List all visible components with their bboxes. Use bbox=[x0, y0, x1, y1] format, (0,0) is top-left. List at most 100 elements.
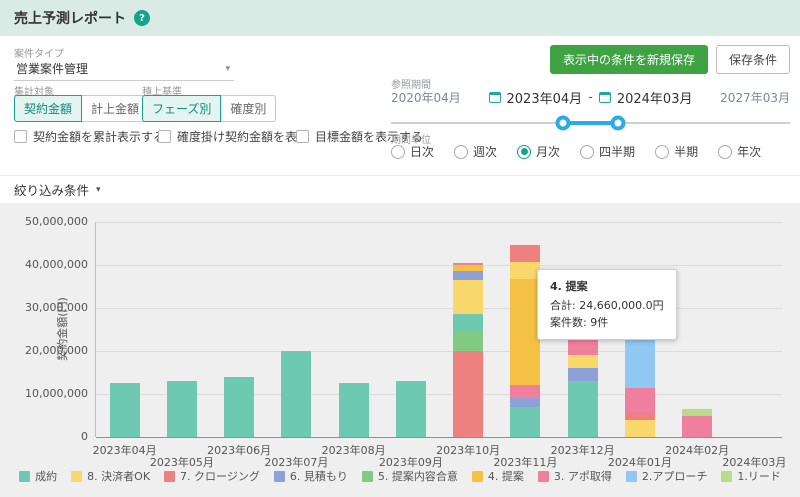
chart-tooltip: 4. 提案 合計: 24,660,000.0円 案件数: 9件 bbox=[537, 269, 677, 340]
slider-handle-end[interactable] bbox=[611, 116, 626, 131]
legend-item[interactable]: 8. 決済者OK bbox=[71, 468, 150, 484]
legend-item[interactable]: 成約 bbox=[19, 468, 57, 484]
legend-swatch bbox=[274, 471, 285, 482]
toggle-by-phase[interactable]: フェーズ別 bbox=[142, 95, 221, 122]
bar-segment[interactable] bbox=[453, 351, 483, 437]
checkbox-box bbox=[14, 130, 27, 143]
condition-buttons: 表示中の条件を新規保存 保存条件 bbox=[550, 45, 790, 74]
case-type-select[interactable]: 営業案件管理 ▾ bbox=[14, 57, 234, 81]
bar-segment[interactable] bbox=[682, 416, 712, 438]
legend-swatch bbox=[472, 471, 483, 482]
case-type-value: 営業案件管理 bbox=[16, 60, 88, 77]
legend-label: 8. 決済者OK bbox=[87, 468, 150, 484]
legend-item[interactable]: 1.リード bbox=[721, 468, 781, 484]
radio-weekly[interactable]: 週次 bbox=[454, 143, 497, 160]
controls-panel: 案件タイプ 営業案件管理 ▾ 集計対象 積上基準 契約金額 計上金額 フェーズ別… bbox=[0, 36, 800, 175]
checkbox-label: 契約金額を累計表示する bbox=[33, 128, 165, 145]
radio-half-yearly[interactable]: 半期 bbox=[655, 143, 698, 160]
bar-segment[interactable] bbox=[453, 265, 483, 271]
bar-segment[interactable] bbox=[453, 263, 483, 265]
legend-item[interactable]: 6. 見積もり bbox=[274, 468, 348, 484]
toggle-contract-amount[interactable]: 契約金額 bbox=[14, 95, 82, 122]
bar-segment[interactable] bbox=[510, 398, 540, 407]
bar-segment[interactable] bbox=[110, 383, 140, 437]
bar-segment[interactable] bbox=[682, 409, 712, 415]
radio-monthly[interactable]: 月次 bbox=[517, 143, 560, 160]
bar-segment[interactable] bbox=[453, 332, 483, 351]
radio-daily[interactable]: 日次 bbox=[391, 143, 434, 160]
radio-label: 四半期 bbox=[599, 143, 635, 160]
save-new-conditions-button[interactable]: 表示中の条件を新規保存 bbox=[550, 45, 708, 74]
bar-segment[interactable] bbox=[396, 381, 426, 437]
bar-segment[interactable] bbox=[510, 245, 540, 262]
gridline bbox=[96, 308, 782, 309]
period-unit-radios: 日次 週次 月次 四半期 半期 bbox=[391, 143, 761, 160]
bar-segment[interactable] bbox=[568, 340, 598, 355]
gridline bbox=[96, 394, 782, 395]
radio-label: 年次 bbox=[737, 143, 761, 160]
gridline bbox=[96, 265, 782, 266]
chart-area: 契約金額(円) 010,000,00020,000,00030,000,0004… bbox=[0, 203, 800, 497]
period-separator: - bbox=[588, 90, 593, 105]
legend-label: 6. 見積もり bbox=[290, 468, 348, 484]
bar-segment[interactable] bbox=[510, 407, 540, 437]
period-end-date[interactable]: 2024年03月 bbox=[617, 88, 693, 107]
bar-segment[interactable] bbox=[224, 377, 254, 437]
legend-item[interactable]: 2.アプローチ bbox=[626, 468, 708, 484]
aggregation-toggle-group: 契約金額 計上金額 bbox=[14, 95, 149, 122]
checkbox-cumulative-contract[interactable]: 契約金額を累計表示する bbox=[14, 128, 165, 145]
bar-segment[interactable] bbox=[510, 262, 540, 279]
period-slider[interactable] bbox=[391, 115, 790, 131]
tooltip-title: 4. 提案 bbox=[550, 278, 664, 295]
bar-segment[interactable] bbox=[453, 280, 483, 314]
bar-segment[interactable] bbox=[510, 279, 540, 385]
bar-segment[interactable] bbox=[510, 385, 540, 398]
calendar-icon[interactable] bbox=[489, 92, 501, 103]
chevron-down-icon: ▾ bbox=[225, 64, 230, 74]
period-max-date: 2027年03月 bbox=[720, 89, 790, 106]
radio-circle bbox=[718, 145, 732, 159]
bar-segment[interactable] bbox=[453, 271, 483, 280]
bar-segment[interactable] bbox=[568, 381, 598, 437]
y-tick-label: 30,000,000 bbox=[25, 301, 88, 314]
help-icon[interactable]: ? bbox=[134, 10, 150, 26]
legend-label: 3. アポ取得 bbox=[554, 468, 612, 484]
sales-forecast-report-page: 売上予測レポート ? 案件タイプ 営業案件管理 ▾ 集計対象 積上基準 契約金額… bbox=[0, 0, 800, 497]
radio-label: 日次 bbox=[410, 143, 434, 160]
bar-segment[interactable] bbox=[167, 381, 197, 437]
legend-swatch bbox=[362, 471, 373, 482]
legend-label: 2.アプローチ bbox=[642, 468, 708, 484]
toggle-by-probability[interactable]: 確度別 bbox=[221, 95, 276, 122]
chevron-down-icon: ▾ bbox=[96, 185, 101, 195]
radio-yearly[interactable]: 年次 bbox=[718, 143, 761, 160]
bar-segment[interactable] bbox=[625, 413, 655, 419]
checkbox-probability-weighted[interactable]: 確度掛け契約金額を表示 bbox=[158, 128, 309, 145]
period-start-date[interactable]: 2023年04月 bbox=[507, 88, 583, 107]
legend-item[interactable]: 7. クロージング bbox=[164, 468, 260, 484]
bar-segment[interactable] bbox=[625, 420, 655, 437]
checkbox-box bbox=[296, 130, 309, 143]
legend-label: 1.リード bbox=[737, 468, 781, 484]
calendar-icon[interactable] bbox=[599, 92, 611, 103]
y-tick-label: 10,000,000 bbox=[25, 387, 88, 400]
radio-quarterly[interactable]: 四半期 bbox=[580, 143, 635, 160]
y-tick-label: 20,000,000 bbox=[25, 344, 88, 357]
period-min-date: 2020年04月 bbox=[391, 89, 461, 106]
legend-item[interactable]: 5. 提案内容合意 bbox=[362, 468, 458, 484]
radio-circle bbox=[391, 145, 405, 159]
checkbox-box bbox=[158, 130, 171, 143]
stack-basis-toggle-group: フェーズ別 確度別 bbox=[142, 95, 276, 122]
bar-segment[interactable] bbox=[453, 314, 483, 331]
filter-conditions-toggle[interactable]: 絞り込み条件 ▾ bbox=[0, 175, 800, 203]
saved-conditions-button[interactable]: 保存条件 bbox=[716, 45, 790, 74]
bar-segment[interactable] bbox=[339, 383, 369, 437]
slider-handle-start[interactable] bbox=[555, 116, 570, 131]
bar-segment[interactable] bbox=[568, 355, 598, 368]
bar-segment[interactable] bbox=[568, 368, 598, 381]
legend-item[interactable]: 4. 提案 bbox=[472, 468, 524, 484]
bar-segment[interactable] bbox=[281, 351, 311, 437]
bar-segment[interactable] bbox=[625, 388, 655, 414]
legend-swatch bbox=[19, 471, 30, 482]
toggle-recorded-amount[interactable]: 計上金額 bbox=[82, 95, 149, 122]
legend-item[interactable]: 3. アポ取得 bbox=[538, 468, 612, 484]
